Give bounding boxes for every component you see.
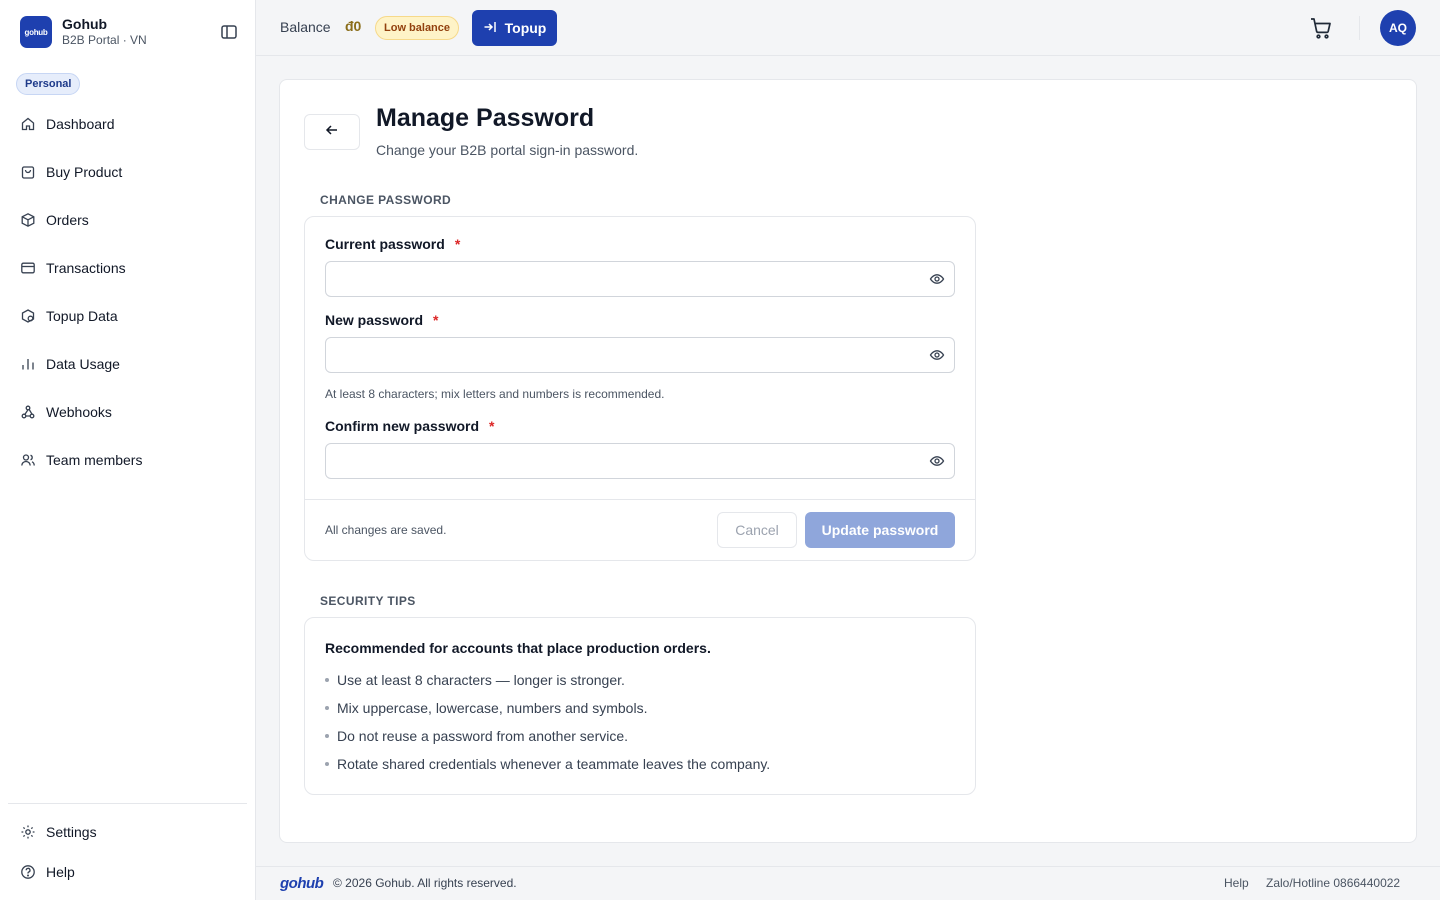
brand[interactable]: gohub Gohub B2B Portal · VN: [20, 16, 147, 48]
gear-icon: [20, 824, 36, 840]
page-subtitle: Change your B2B portal sign-in password.: [376, 142, 639, 158]
copyright-text: © 2026 Gohub. All rights reserved.: [333, 876, 517, 890]
sidebar-item-label: Orders: [46, 212, 89, 228]
webhook-icon: [20, 404, 36, 420]
sidebar-item-label: Webhooks: [46, 404, 112, 420]
brand-subtitle: B2B Portal · VN: [62, 33, 147, 47]
sidebar-item-label: Team members: [46, 452, 143, 468]
eye-icon[interactable]: [929, 453, 945, 469]
page-footer: gohub © 2026 Gohub. All rights reserved.…: [256, 866, 1440, 900]
bullet: [325, 734, 329, 738]
balance-value: đ0: [345, 18, 362, 34]
new-password-label: New password *: [325, 312, 438, 328]
confirm-password-label: Confirm new password *: [325, 418, 494, 434]
cart-icon[interactable]: [1309, 16, 1333, 40]
list-item: Use at least 8 characters — longer is st…: [325, 672, 625, 688]
sidebar-toggle-icon[interactable]: [219, 22, 239, 42]
sidebar-item-label: Data Usage: [46, 356, 120, 372]
sidebar-item-help[interactable]: Help: [8, 852, 248, 892]
current-password-label: Current password *: [325, 236, 460, 252]
confirm-password-input[interactable]: [325, 443, 955, 479]
hotline-text: Zalo/Hotline 0866440022: [1266, 876, 1401, 890]
sidebar-item-label: Transactions: [46, 260, 126, 276]
avatar[interactable]: AQ: [1380, 10, 1416, 46]
list-item: Do not reuse a password from another ser…: [325, 728, 628, 744]
low-balance-badge: Low balance: [375, 16, 460, 40]
sidebar-item-dashboard[interactable]: Dashboard: [8, 104, 248, 144]
current-password-input[interactable]: [325, 261, 955, 297]
main-card: Manage Password Change your B2B portal s…: [279, 79, 1417, 843]
sidebar-item-label: Buy Product: [46, 164, 123, 180]
shopping-bag-icon: [20, 164, 36, 180]
balance-label: Balance: [280, 19, 331, 35]
change-password-form: Current password * New password * At least…: [304, 216, 976, 561]
sidebar-item-settings[interactable]: Settings: [8, 812, 248, 852]
package-icon: [20, 212, 36, 228]
password-hint: At least 8 characters; mix letters and n…: [325, 387, 665, 401]
tip-text: Do not reuse a password from another ser…: [337, 728, 629, 744]
sidebar-item-topup-data[interactable]: Topup Data: [8, 296, 248, 336]
bullet: [325, 706, 329, 710]
save-status: All changes are saved.: [325, 523, 447, 537]
brand-logo: gohub: [20, 16, 52, 48]
credit-card-icon: [20, 260, 36, 276]
topup-data-icon: [20, 308, 36, 324]
required-mark: *: [454, 236, 461, 252]
new-password-input[interactable]: [325, 337, 955, 373]
form-footer-divider: [305, 499, 975, 500]
list-item: Mix uppercase, lowercase, numbers and sy…: [325, 700, 647, 716]
field-label-text: Current password: [325, 236, 445, 252]
cancel-button[interactable]: Cancel: [717, 512, 797, 548]
sidebar-divider: [8, 803, 247, 804]
required-mark: *: [433, 312, 439, 328]
sidebar-item-transactions[interactable]: Transactions: [8, 248, 248, 288]
footer-help-link[interactable]: Help: [1224, 876, 1249, 890]
sidebar: gohub Gohub B2B Portal · VN Personal Das…: [0, 0, 256, 900]
users-icon: [20, 452, 36, 468]
tip-text: Use at least 8 characters — longer is st…: [337, 672, 625, 688]
home-icon: [20, 116, 36, 132]
update-password-button[interactable]: Update password: [805, 512, 955, 548]
page-title: Manage Password: [376, 104, 595, 132]
tips-title: Recommended for accounts that place prod…: [325, 640, 711, 656]
field-label-text: New password: [325, 312, 424, 328]
footer-logo: gohub: [280, 875, 324, 892]
security-tips-section-label: SECURITY TIPS: [320, 594, 416, 608]
bar-chart-icon: [20, 356, 36, 372]
sidebar-item-label: Settings: [46, 824, 97, 840]
required-mark: *: [489, 418, 495, 434]
brand-name: Gohub: [62, 16, 108, 32]
sidebar-item-orders[interactable]: Orders: [8, 200, 248, 240]
sidebar-item-label: Help: [46, 864, 75, 880]
account-type-badge: Personal: [16, 73, 81, 95]
login-arrow-icon: [483, 20, 497, 37]
topup-button[interactable]: Topup: [472, 10, 557, 46]
help-circle-icon: [20, 864, 36, 880]
sidebar-item-data-usage[interactable]: Data Usage: [8, 344, 248, 384]
brand-text: Gohub B2B Portal · VN: [62, 16, 147, 48]
eye-icon[interactable]: [929, 271, 945, 287]
topup-label: Topup: [504, 20, 547, 36]
header-divider: [1359, 16, 1360, 40]
sidebar-item-label: Dashboard: [46, 116, 115, 132]
arrow-left-icon: [325, 123, 339, 142]
tip-text: Mix uppercase, lowercase, numbers and sy…: [337, 700, 648, 716]
list-item: Rotate shared credentials whenever a tea…: [325, 756, 770, 772]
top-bar: Balance đ0 Low balance Topup AQ: [256, 0, 1440, 56]
sidebar-item-webhooks[interactable]: Webhooks: [8, 392, 248, 432]
tip-text: Rotate shared credentials whenever a tea…: [337, 756, 771, 772]
change-password-section-label: CHANGE PASSWORD: [320, 193, 452, 207]
sidebar-item-buy-product[interactable]: Buy Product: [8, 152, 248, 192]
sidebar-item-label: Topup Data: [46, 308, 118, 324]
back-button[interactable]: [304, 114, 360, 150]
eye-icon[interactable]: [929, 347, 945, 363]
sidebar-item-team-members[interactable]: Team members: [8, 440, 248, 480]
bullet: [325, 678, 329, 682]
field-label-text: Confirm new password: [325, 418, 480, 434]
bullet: [325, 762, 329, 766]
security-tips-card: Recommended for accounts that place prod…: [304, 617, 976, 795]
